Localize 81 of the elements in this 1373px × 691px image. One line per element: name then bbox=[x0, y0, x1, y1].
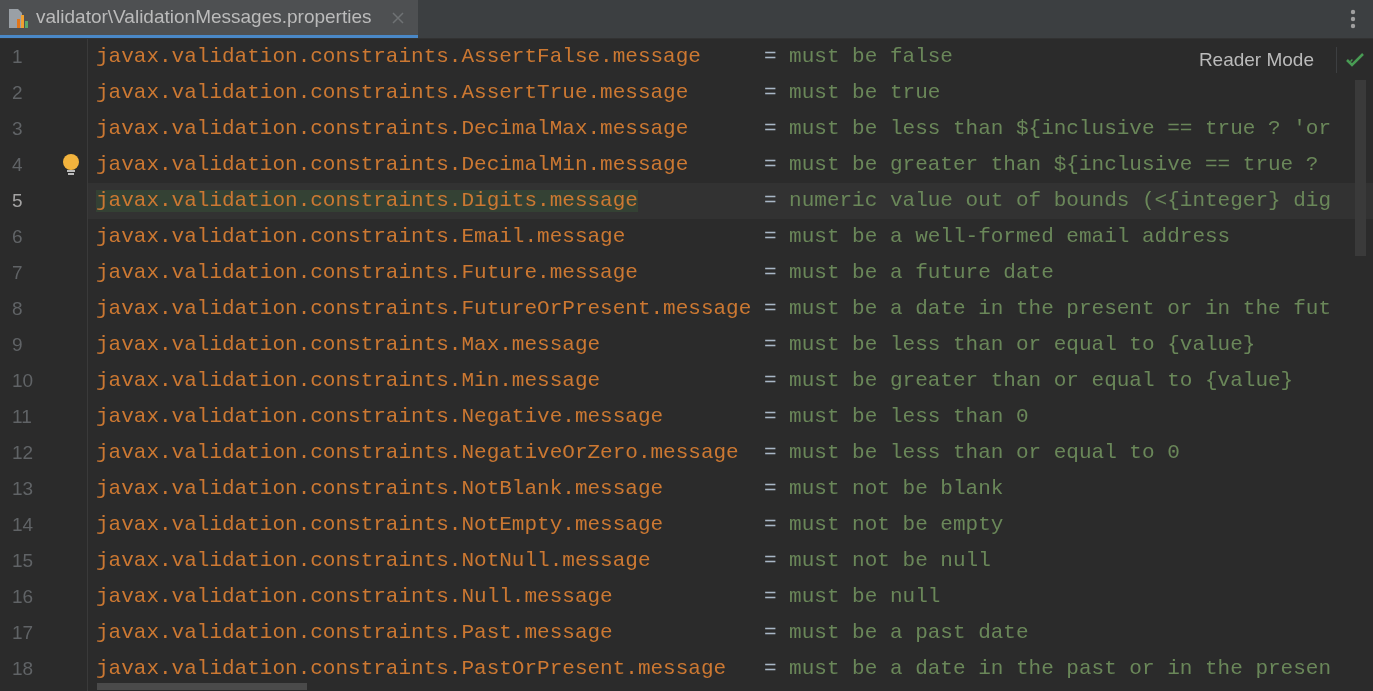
property-key: javax.validation.constraints.NegativeOrZero.message bbox=[96, 442, 739, 464]
property-key: javax.validation.constraints.Negative.message bbox=[96, 406, 664, 428]
equals-sign: = bbox=[763, 334, 778, 356]
property-value: must be false bbox=[789, 46, 953, 68]
property-value: must not be empty bbox=[789, 514, 1004, 536]
tab-title: validator\ValidationMessages.properties bbox=[36, 5, 372, 30]
property-key: javax.validation.constraints.FutureOrPresent.message bbox=[96, 298, 752, 320]
equals-sign: = bbox=[763, 46, 778, 68]
property-key: javax.validation.constraints.Digits.message bbox=[96, 190, 638, 212]
property-key: javax.validation.constraints.AssertFalse.message bbox=[96, 46, 701, 68]
line-number: 1 bbox=[12, 44, 23, 69]
property-value: must be null bbox=[789, 586, 941, 608]
equals-sign: = bbox=[763, 586, 778, 608]
property-key: javax.validation.constraints.Past.message bbox=[96, 622, 613, 644]
line-number: 14 bbox=[12, 512, 34, 537]
property-value: must be a date in the past or in the presen bbox=[789, 658, 1331, 680]
line-number: 10 bbox=[12, 368, 34, 393]
equals-sign: = bbox=[763, 550, 778, 572]
properties-file-icon bbox=[8, 6, 28, 29]
equals-sign: = bbox=[763, 478, 778, 500]
line-number: 18 bbox=[12, 656, 34, 681]
property-value: must be true bbox=[789, 82, 941, 104]
line-number: 15 bbox=[12, 548, 34, 573]
equals-sign: = bbox=[763, 370, 778, 392]
property-value: numeric value out of bounds (<{integer} dig bbox=[789, 190, 1331, 212]
equals-sign: = bbox=[763, 190, 778, 212]
line-number: 7 bbox=[12, 260, 23, 285]
property-key: javax.validation.constraints.NotBlank.message bbox=[96, 478, 664, 500]
property-value: must be greater than or equal to {value} bbox=[789, 370, 1294, 392]
property-key: javax.validation.constraints.Min.message bbox=[96, 370, 601, 392]
property-key: javax.validation.constraints.AssertTrue.message bbox=[96, 82, 689, 104]
line-number: 12 bbox=[12, 440, 34, 465]
more-options-icon[interactable] bbox=[1350, 9, 1356, 29]
property-value: must be a future date bbox=[789, 262, 1054, 284]
property-value: must be greater than ${inclusive == true ? bbox=[789, 154, 1319, 176]
line-number: 11 bbox=[12, 404, 32, 429]
close-icon[interactable] bbox=[392, 11, 404, 24]
property-value: must be less than or equal to {value} bbox=[789, 334, 1256, 356]
property-value: must be less than 0 bbox=[789, 406, 1029, 428]
property-key: javax.validation.constraints.Email.message bbox=[96, 226, 626, 248]
equals-sign: = bbox=[763, 658, 778, 680]
property-value: must be a date in the present or in the fut bbox=[789, 298, 1331, 320]
line-number: 5 bbox=[12, 188, 23, 213]
line-number: 2 bbox=[12, 80, 23, 105]
property-value: must be less than or equal to 0 bbox=[789, 442, 1180, 464]
equals-sign: = bbox=[763, 442, 778, 464]
line-number: 4 bbox=[12, 152, 23, 177]
property-key: javax.validation.constraints.NotEmpty.message bbox=[96, 514, 664, 536]
equals-sign: = bbox=[763, 622, 778, 644]
property-value: must be a well-formed email address bbox=[789, 226, 1231, 248]
lightbulb-icon[interactable] bbox=[62, 153, 80, 177]
property-key: javax.validation.constraints.DecimalMin.message bbox=[96, 154, 689, 176]
line-number: 6 bbox=[12, 224, 23, 249]
reader-mode-link[interactable]: Reader Mode bbox=[1198, 46, 1314, 75]
equals-sign: = bbox=[763, 298, 778, 320]
property-value: must not be blank bbox=[789, 478, 1004, 500]
property-key: javax.validation.constraints.DecimalMax.message bbox=[96, 118, 689, 140]
equals-sign: = bbox=[763, 406, 778, 428]
line-number: 13 bbox=[12, 476, 34, 501]
equals-sign: = bbox=[763, 514, 778, 536]
property-key: javax.validation.constraints.Max.message bbox=[96, 334, 601, 356]
equals-sign: = bbox=[763, 154, 778, 176]
property-value: must be a past date bbox=[789, 622, 1029, 644]
property-key: javax.validation.constraints.NotNull.message bbox=[96, 550, 651, 572]
line-number: 9 bbox=[12, 332, 23, 357]
equals-sign: = bbox=[763, 82, 778, 104]
property-key: javax.validation.constraints.Null.message bbox=[96, 586, 613, 608]
equals-sign: = bbox=[763, 118, 778, 140]
property-key: javax.validation.constraints.PastOrPresent.message bbox=[96, 658, 727, 680]
property-value: must not be null bbox=[789, 550, 991, 572]
line-number: 16 bbox=[12, 584, 34, 609]
equals-sign: = bbox=[763, 226, 778, 248]
line-number: 8 bbox=[12, 296, 23, 321]
property-value: must be less than ${inclusive == true ? 'or bbox=[789, 118, 1331, 140]
line-number: 3 bbox=[12, 116, 23, 141]
file-tab[interactable]: validator\ValidationMessages.properties bbox=[0, 0, 418, 38]
equals-sign: = bbox=[763, 262, 778, 284]
line-number: 17 bbox=[12, 620, 34, 645]
check-icon bbox=[1345, 52, 1365, 69]
property-key: javax.validation.constraints.Future.message bbox=[96, 262, 638, 284]
horizontal-scrollbar[interactable] bbox=[97, 683, 307, 690]
